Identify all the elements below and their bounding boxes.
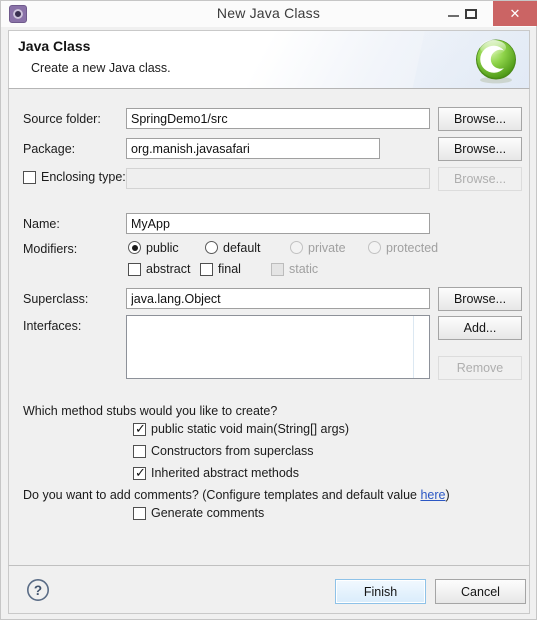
background-editor-strip: [536, 0, 544, 620]
comments-question-suffix: ): [445, 488, 450, 502]
interfaces-add-button[interactable]: Add...: [438, 316, 522, 340]
modifiers-label: Modifiers:: [23, 242, 78, 256]
package-browse-button[interactable]: Browse...: [438, 137, 522, 161]
dialog-footer: ? Finish Cancel: [8, 565, 530, 614]
superclass-label: Superclass:: [23, 292, 89, 306]
configure-templates-link[interactable]: here: [420, 488, 445, 502]
enclosing-type-label: Enclosing type:: [41, 170, 126, 184]
modifier-radio-default[interactable]: [205, 241, 218, 254]
check-tick-icon: ✓: [135, 421, 146, 436]
modifier-label-protected: protected: [386, 241, 439, 255]
modifier-label-final: final: [218, 262, 241, 276]
page-subtitle: Create a new Java class.: [31, 61, 171, 75]
stub-checkbox-constructors[interactable]: [133, 445, 146, 458]
wizard-header: Java Class Create a new Java class.: [8, 30, 530, 89]
finish-button[interactable]: Finish: [335, 579, 426, 604]
modifier-checkbox-static: [271, 263, 284, 276]
interfaces-list[interactable]: [126, 315, 430, 379]
modifier-label-static: static: [289, 262, 319, 276]
enclosing-type-input: [126, 168, 430, 189]
modifier-checkbox-final[interactable]: [200, 263, 213, 276]
maximize-icon: [465, 9, 477, 19]
package-label: Package:: [23, 142, 76, 156]
stub-checkbox-main[interactable]: ✓: [133, 421, 146, 436]
source-folder-input[interactable]: [126, 108, 430, 129]
superclass-browse-button[interactable]: Browse...: [438, 287, 522, 311]
wizard-body: Source folder: Browse... Package: Browse…: [8, 89, 530, 565]
superclass-input[interactable]: [126, 288, 430, 309]
modifier-label-abstract: abstract: [146, 262, 191, 276]
screen: New Java Class ✕ Java Class Create a new…: [0, 0, 544, 620]
interfaces-label: Interfaces:: [23, 319, 82, 333]
modifier-checkbox-abstract[interactable]: [128, 263, 141, 276]
help-question-icon[interactable]: ?: [26, 578, 50, 602]
generate-comments-label: Generate comments: [151, 506, 265, 520]
java-class-green-c-icon: [476, 39, 516, 84]
source-folder-label: Source folder:: [23, 112, 101, 126]
cancel-button[interactable]: Cancel: [435, 579, 526, 604]
check-tick-icon: ✓: [135, 465, 146, 480]
modifier-radio-private: [290, 241, 303, 254]
stub-label-constructors: Constructors from superclass: [151, 444, 314, 458]
title-bar: New Java Class ✕: [1, 1, 537, 27]
close-button[interactable]: ✕: [493, 1, 537, 26]
new-java-class-dialog: New Java Class ✕ Java Class Create a new…: [0, 0, 537, 620]
modifier-radio-public[interactable]: [128, 241, 141, 254]
source-folder-browse-button[interactable]: Browse...: [438, 107, 522, 131]
enclosing-type-browse-button: Browse...: [438, 167, 522, 191]
page-title: Java Class: [18, 38, 91, 54]
close-icon: ✕: [509, 6, 521, 21]
stub-label-inherited: Inherited abstract methods: [151, 466, 299, 480]
interfaces-remove-button: Remove: [438, 356, 522, 380]
radio-dot: [131, 244, 138, 251]
interfaces-list-scrollbar[interactable]: [413, 316, 429, 378]
maximize-button[interactable]: [449, 1, 493, 26]
modifier-label-private: private: [308, 241, 346, 255]
modifier-radio-protected: [368, 241, 381, 254]
modifier-label-public: public: [146, 241, 179, 255]
method-stubs-question: Which method stubs would you like to cre…: [23, 404, 278, 418]
generate-comments-checkbox[interactable]: [133, 507, 146, 520]
name-label: Name:: [23, 217, 60, 231]
modifier-label-default: default: [223, 241, 261, 255]
package-input[interactable]: [126, 138, 380, 159]
stub-checkbox-inherited[interactable]: ✓: [133, 465, 146, 480]
enclosing-type-checkbox[interactable]: [23, 171, 36, 184]
comments-question-prefix: Do you want to add comments? (Configure …: [23, 488, 421, 502]
comments-question: Do you want to add comments? (Configure …: [23, 488, 450, 502]
stub-label-main: public static void main(String[] args): [151, 422, 349, 436]
name-input[interactable]: [126, 213, 430, 234]
svg-text:?: ?: [34, 583, 42, 598]
